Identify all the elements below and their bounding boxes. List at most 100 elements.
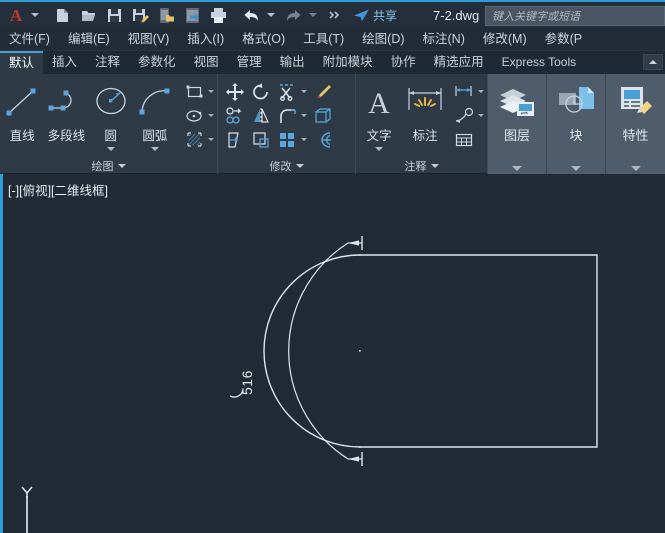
menu-tools[interactable]: 工具(T): [294, 28, 353, 51]
open-from-web-button[interactable]: [180, 3, 204, 27]
menu-parametric[interactable]: 参数(P: [536, 28, 592, 51]
line-tool[interactable]: 直线: [0, 78, 44, 144]
menu-file[interactable]: 文件(F): [0, 28, 59, 51]
search-input[interactable]: 键入关键字或短语: [485, 6, 665, 26]
dimension-style-tool[interactable]: [451, 80, 477, 103]
text-dropdown-chevron-down-icon[interactable]: [375, 147, 383, 151]
leader-tool[interactable]: [451, 104, 477, 127]
tab-home[interactable]: 默认: [0, 51, 43, 74]
offset-tool[interactable]: [310, 128, 336, 151]
ellipse-icon: [185, 107, 204, 124]
text-label: 文字: [367, 125, 392, 144]
undo-button[interactable]: [239, 3, 263, 27]
rectangle-tool[interactable]: [181, 80, 207, 103]
cube-3d-icon: [313, 106, 333, 126]
redo-button[interactable]: [281, 3, 305, 27]
hatch-dropdown-chevron-down-icon[interactable]: [208, 138, 214, 141]
menu-view[interactable]: 视图(V): [119, 28, 179, 51]
menu-insert[interactable]: 插入(I): [178, 28, 233, 51]
arc-dropdown-chevron-down-icon[interactable]: [151, 147, 159, 151]
arc-dimension-value[interactable]: 516: [239, 370, 255, 395]
tab-collaborate[interactable]: 协作: [382, 51, 425, 74]
leader-dropdown-chevron-down-icon[interactable]: [478, 114, 484, 117]
menu-bar: 文件(F) 编辑(E) 视图(V) 插入(I) 格式(O) 工具(T) 绘图(D…: [0, 28, 665, 51]
menu-dimension[interactable]: 标注(N): [414, 28, 474, 51]
new-file-button[interactable]: [50, 3, 74, 27]
qat-overflow-button[interactable]: [323, 3, 347, 27]
rectangle-dropdown-chevron-down-icon[interactable]: [208, 90, 214, 93]
array-dropdown-chevron-down-icon[interactable]: [301, 138, 307, 141]
properties-button[interactable]: 特性: [607, 78, 665, 171]
share-label: 共享: [373, 7, 397, 24]
text-tool[interactable]: A 文字: [358, 78, 400, 151]
properties-panel-expand-triangle-icon[interactable]: [631, 166, 641, 171]
tab-annotate[interactable]: 注释: [86, 51, 129, 74]
drawing-viewport[interactable]: [-][俯视][二维线框]: [0, 174, 665, 533]
menu-edit[interactable]: 编辑(E): [59, 28, 119, 51]
open-file-button[interactable]: [76, 3, 100, 27]
mirror-tool[interactable]: [248, 104, 274, 127]
trim-dropdown-chevron-down-icon[interactable]: [301, 90, 307, 93]
d-shape-profile[interactable]: [264, 255, 597, 447]
draw-panel-title[interactable]: 绘图: [0, 157, 217, 174]
tab-featured-apps[interactable]: 精选应用: [425, 51, 493, 74]
fillet-dropdown-chevron-down-icon[interactable]: [301, 114, 307, 117]
draw-small-tools: [181, 78, 217, 151]
redo-dropdown-chevron-down-icon[interactable]: [309, 13, 317, 17]
properties-panel[interactable]: 特性: [606, 74, 665, 174]
hatch-tool[interactable]: [181, 128, 207, 151]
modify-panel-title[interactable]: 修改: [218, 157, 355, 174]
block-panel-expand-triangle-icon[interactable]: [571, 166, 581, 171]
fillet-tool[interactable]: [274, 104, 300, 127]
ribbon-collapse-button[interactable]: [643, 54, 663, 70]
dimension-style-dropdown-chevron-down-icon[interactable]: [478, 90, 484, 93]
text-a-icon: A: [362, 80, 396, 124]
tab-output[interactable]: 输出: [271, 51, 314, 74]
ellipse-tool[interactable]: [181, 104, 207, 127]
block-panel[interactable]: 块: [547, 74, 606, 174]
menu-draw[interactable]: 绘图(D): [353, 28, 413, 51]
ellipse-dropdown-chevron-down-icon[interactable]: [208, 114, 214, 117]
save-to-web-button[interactable]: [154, 3, 178, 27]
block-button[interactable]: 块: [547, 78, 605, 171]
save-button[interactable]: [102, 3, 126, 27]
menu-modify[interactable]: 修改(M): [474, 28, 536, 51]
menu-format[interactable]: 格式(O): [233, 28, 294, 51]
erase-tool[interactable]: [310, 80, 336, 103]
polyline-tool[interactable]: 多段线: [44, 78, 88, 144]
tab-insert[interactable]: 插入: [43, 51, 86, 74]
layers-panel[interactable]: 图层: [488, 74, 547, 174]
save-as-button[interactable]: [128, 3, 152, 27]
layers-panel-expand-triangle-icon[interactable]: [512, 166, 522, 171]
annotation-panel-title[interactable]: 注释: [356, 157, 487, 174]
dimension-tool[interactable]: 标注: [400, 78, 450, 144]
tab-parametric[interactable]: 参数化: [129, 51, 185, 74]
copy-tool[interactable]: [222, 104, 248, 127]
tab-express-tools[interactable]: Express Tools: [493, 51, 585, 74]
rotate-tool[interactable]: [248, 80, 274, 103]
plot-button[interactable]: [206, 3, 230, 27]
undo-dropdown-chevron-down-icon[interactable]: [267, 13, 275, 17]
arc-tool[interactable]: 圆弧: [133, 78, 177, 151]
autocad-logo-icon[interactable]: A: [3, 2, 29, 28]
application-menu-chevron-down-icon[interactable]: [31, 13, 39, 17]
circle-dropdown-chevron-down-icon[interactable]: [107, 147, 115, 151]
annotation-panel-label: 注释: [405, 158, 427, 174]
trim-tool[interactable]: [274, 80, 300, 103]
share-button[interactable]: 共享: [353, 7, 397, 24]
table-tool[interactable]: [451, 128, 477, 151]
layers-button[interactable]: 图层: [488, 78, 546, 171]
tab-addins[interactable]: 附加模块: [314, 51, 382, 74]
3d-array-tool[interactable]: [310, 104, 336, 127]
annotation-panel: A 文字: [356, 74, 488, 174]
dimension-arc[interactable]: [289, 243, 348, 459]
drawing-canvas[interactable]: [3, 174, 665, 533]
scale-tool[interactable]: [248, 128, 274, 151]
move-tool[interactable]: [222, 80, 248, 103]
stretch-tool[interactable]: [222, 128, 248, 151]
array-tool[interactable]: [274, 128, 300, 151]
tab-manage[interactable]: 管理: [228, 51, 271, 74]
save-disk-icon: [106, 7, 123, 24]
tab-view[interactable]: 视图: [185, 51, 228, 74]
circle-tool[interactable]: 圆: [89, 78, 133, 151]
